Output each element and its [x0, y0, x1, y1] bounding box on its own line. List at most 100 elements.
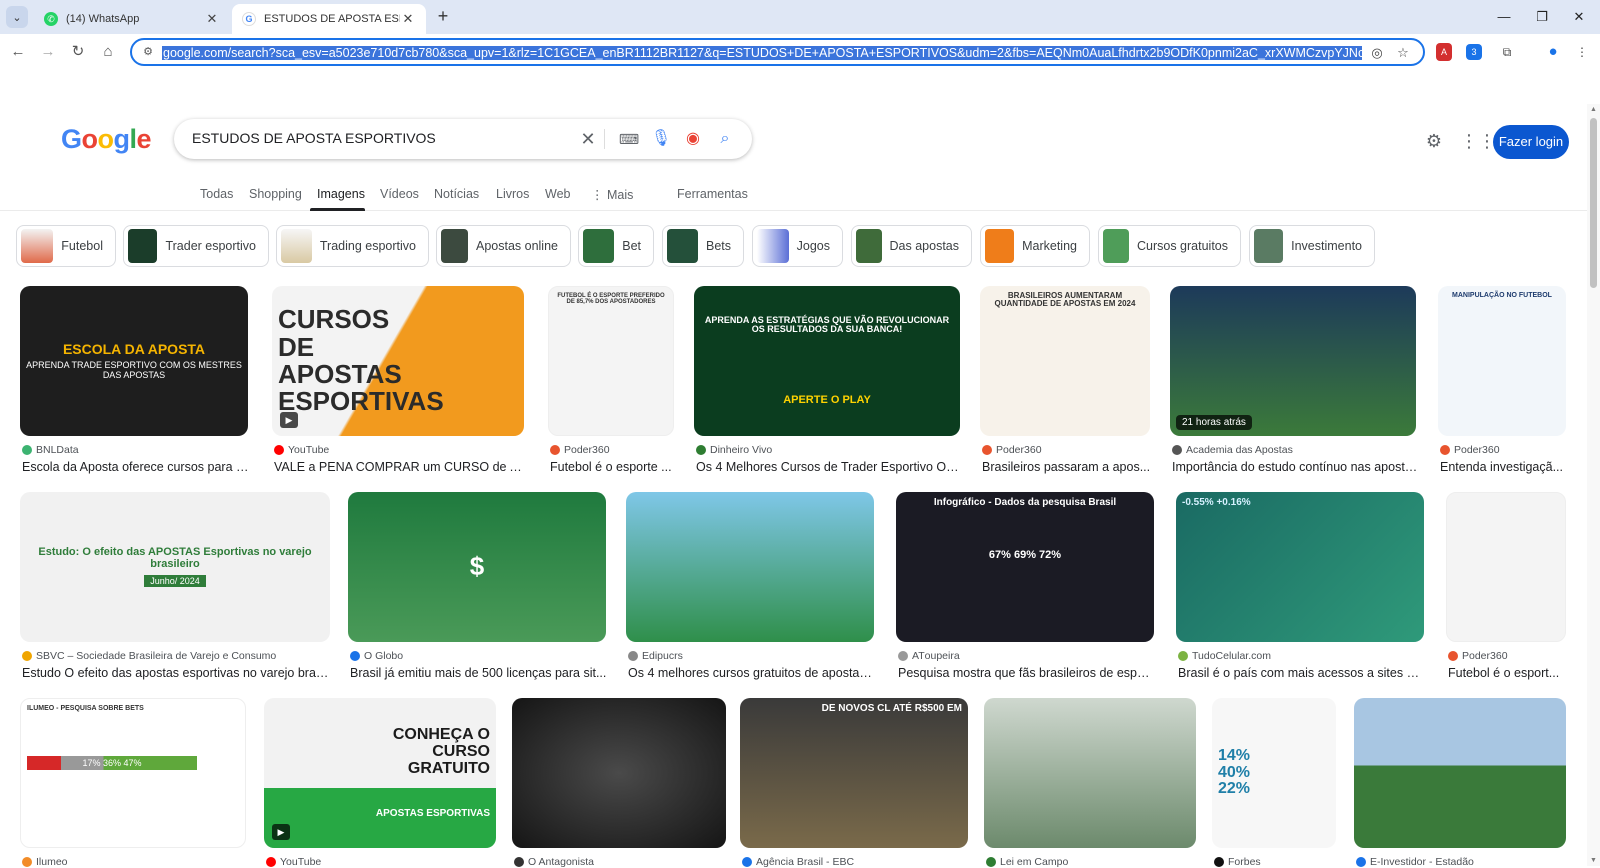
chip-trader-esportivo[interactable]: Trader esportivo — [123, 225, 269, 267]
result-source[interactable]: Dinheiro Vivo — [696, 444, 962, 456]
chip-cursos-gratuitos[interactable]: Cursos gratuitos — [1098, 225, 1241, 267]
result-source[interactable]: Ilumeo — [22, 856, 248, 868]
menu-icon[interactable]: ⋮ — [1572, 42, 1592, 62]
forward-icon[interactable]: → — [37, 41, 59, 63]
window-close-icon[interactable]: ✕ — [1564, 6, 1594, 28]
reload-icon[interactable]: ↻ — [67, 41, 89, 63]
result-source[interactable]: Poder360 — [550, 444, 676, 456]
result-source[interactable]: TudoCelular.com — [1178, 650, 1426, 662]
result-caption[interactable]: Entenda investigaçã... — [1440, 460, 1568, 474]
tab-shopping[interactable]: Shopping — [249, 187, 302, 201]
result-image[interactable] — [1446, 492, 1566, 642]
keyboard-icon[interactable]: ⌨ — [618, 128, 640, 150]
lens-icon[interactable]: ◎ — [1367, 43, 1387, 63]
result-image[interactable] — [626, 492, 874, 642]
tab-web[interactable]: Web — [545, 187, 570, 201]
chip-futebol[interactable]: Futebol — [16, 225, 116, 267]
result-image[interactable] — [984, 698, 1196, 848]
tab-noticias[interactable]: Notícias — [434, 187, 479, 201]
result-image[interactable]: BRASILEIROS AUMENTARAM QUANTIDADE DE APO… — [980, 286, 1150, 436]
microphone-icon[interactable]: 🎙 — [650, 128, 672, 150]
tab-mais[interactable]: ⋮ Mais — [591, 187, 633, 202]
apps-grid-icon[interactable]: ⋮⋮ — [1460, 129, 1496, 153]
page-scrollbar[interactable]: ▲ ▼ — [1587, 104, 1600, 866]
result-caption[interactable]: VALE a PENA COMPRAR um CURSO de A... — [274, 460, 524, 474]
result-image[interactable]: ILUMEO - PESQUISA SOBRE BETS 17% 36% 47% — [20, 698, 246, 848]
login-button[interactable]: Fazer login — [1493, 125, 1569, 159]
result-source[interactable]: BNLData — [22, 444, 250, 456]
result-source[interactable]: Forbes — [1214, 856, 1338, 868]
chip-jogos[interactable]: Jogos — [752, 225, 843, 267]
result-source[interactable]: SBVC – Sociedade Brasileira de Varejo e … — [22, 650, 332, 662]
minimize-icon[interactable]: — — [1489, 6, 1519, 28]
tab-todas[interactable]: Todas — [200, 187, 233, 201]
result-image[interactable]: -0.55% +0.16% — [1176, 492, 1424, 642]
result-source[interactable]: Poder360 — [1440, 444, 1568, 456]
tab-whatsapp[interactable]: ✆ (14) WhatsApp ✕ — [34, 4, 230, 34]
site-info-icon[interactable]: ⚙ — [140, 44, 156, 60]
chip-das-apostas[interactable]: Das apostas — [851, 225, 972, 267]
tools-button[interactable]: Ferramentas — [677, 187, 748, 201]
result-source[interactable]: O Globo — [350, 650, 608, 662]
result-image[interactable]: Infográfico - Dados da pesquisa Brasil 67… — [896, 492, 1154, 642]
url-text[interactable]: google.com/search?sca_esv=a5023e710d7cb7… — [162, 44, 1362, 62]
home-icon[interactable]: ⌂ — [97, 41, 119, 63]
result-caption[interactable]: Estudo O efeito das apostas esportivas n… — [22, 666, 332, 680]
scroll-down-icon[interactable]: ▼ — [1589, 857, 1598, 864]
result-image[interactable] — [1354, 698, 1566, 848]
address-bar[interactable]: ⚙ google.com/search?sca_esv=a5023e710d7c… — [130, 38, 1425, 66]
result-image[interactable]: MANIPULAÇÃO NO FUTEBOL — [1438, 286, 1566, 436]
chip-trading-esportivo[interactable]: Trading esportivo — [276, 225, 429, 267]
close-icon[interactable]: ✕ — [204, 11, 220, 27]
result-source[interactable]: Agência Brasil - EBC — [742, 856, 970, 868]
back-icon[interactable]: ← — [7, 41, 29, 63]
search-box[interactable]: ESTUDOS DE APOSTA ESPORTIVOS ✕ ⌨ 🎙 ◉ ⌕ — [174, 119, 752, 159]
result-image[interactable]: CURSOS DE APOSTAS ESPORTIVAS ▶ — [272, 286, 524, 436]
result-caption[interactable]: Brasil já emitiu mais de 500 licenças pa… — [350, 666, 608, 680]
search-input[interactable]: ESTUDOS DE APOSTA ESPORTIVOS — [192, 130, 436, 146]
result-source[interactable]: Poder360 — [1448, 650, 1568, 662]
translate-extension-icon[interactable]: 3 — [1466, 44, 1482, 60]
result-caption[interactable]: Futebol é o esport... — [1448, 666, 1568, 680]
result-source[interactable]: Edipucrs — [628, 650, 876, 662]
scroll-up-icon[interactable]: ▲ — [1589, 106, 1598, 113]
tab-videos[interactable]: Vídeos — [380, 187, 419, 201]
result-caption[interactable]: Os 4 Melhores Cursos de Trader Esportivo… — [696, 460, 962, 474]
scrollbar-thumb[interactable] — [1590, 118, 1597, 288]
chip-marketing[interactable]: Marketing — [980, 225, 1090, 267]
chip-apostas-online[interactable]: Apostas online — [436, 225, 571, 267]
result-source[interactable]: ATоupeira — [898, 650, 1156, 662]
result-caption[interactable]: Futebol é o esporte ... — [550, 460, 676, 474]
result-caption[interactable]: Brasileiros passaram a apos... — [982, 460, 1152, 474]
result-caption[interactable]: Escola da Aposta oferece cursos para d..… — [22, 460, 250, 474]
tab-imagens[interactable]: Imagens — [317, 187, 365, 201]
result-source[interactable]: Lei em Campo — [986, 856, 1198, 868]
bookmark-star-icon[interactable]: ☆ — [1393, 43, 1413, 63]
result-caption[interactable]: Os 4 melhores cursos gratuitos de aposta… — [628, 666, 876, 680]
result-image[interactable]: $ — [348, 492, 606, 642]
result-source[interactable]: E-Investidor - Estadão — [1356, 856, 1568, 868]
result-source[interactable]: Academia das Apostas — [1172, 444, 1418, 456]
result-image[interactable]: Estudo: O efeito das APOSTAS Esportivas … — [20, 492, 330, 642]
settings-gear-icon[interactable]: ⚙ — [1422, 129, 1446, 153]
result-image[interactable]: APRENDA AS ESTRATÉGIAS QUE VÃO REVOLUCIO… — [694, 286, 960, 436]
result-image[interactable]: CONHEÇA O CURSO GRATUITO APOSTAS ESPORTIV… — [264, 698, 496, 848]
clear-icon[interactable]: ✕ — [577, 128, 599, 150]
tab-google-search[interactable]: G ESTUDOS DE APOSTA ESPORTIVOS ✕ — [232, 4, 426, 34]
chip-investimento[interactable]: Investimento — [1249, 225, 1375, 267]
search-icon[interactable]: ⌕ — [714, 128, 736, 150]
close-icon[interactable]: ✕ — [400, 11, 416, 27]
result-image[interactable] — [512, 698, 726, 848]
result-source[interactable]: YouTube — [274, 444, 524, 456]
result-caption[interactable]: Pesquisa mostra que fãs brasileiros de e… — [898, 666, 1156, 680]
google-logo[interactable]: Google — [61, 124, 152, 155]
profile-icon[interactable]: ● — [1543, 42, 1563, 62]
result-source[interactable]: O Antagonista — [514, 856, 728, 868]
chip-bets[interactable]: Bets — [662, 225, 744, 267]
pdf-extension-icon[interactable]: A — [1436, 43, 1452, 61]
result-caption[interactable]: Importância do estudo contínuo nas apost… — [1172, 460, 1418, 474]
restore-icon[interactable]: ❐ — [1527, 6, 1557, 28]
result-caption[interactable]: Brasil é o país com mais acessos a sites… — [1178, 666, 1426, 680]
result-image[interactable]: 21 horas atrás — [1170, 286, 1416, 436]
result-source[interactable]: YouTube — [266, 856, 498, 868]
